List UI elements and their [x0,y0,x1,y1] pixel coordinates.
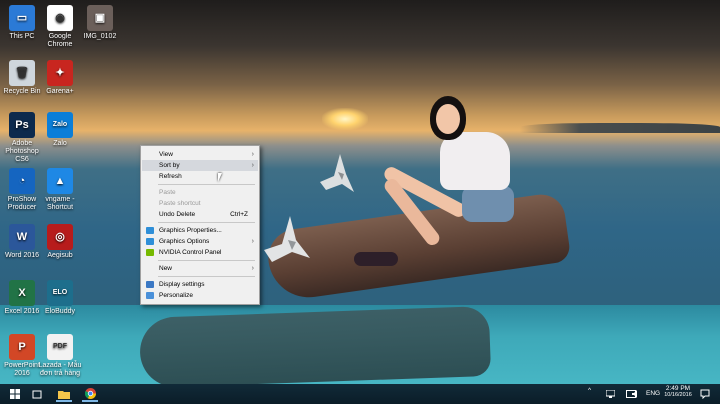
desktop-icon-label: Google Chrome [47,33,73,48]
clock-date: 10/16/2016 [664,392,692,398]
menu-item-refresh[interactable]: Refresh [142,171,258,182]
intel-graphics-icon [146,238,154,245]
menu-separator [158,260,255,261]
menu-separator [158,184,255,185]
desktop-icon-label: Garena+ [46,88,74,95]
vngame-icon: ▲ [47,168,73,194]
start-button[interactable] [8,387,22,401]
zalo-icon: Zalo [47,112,73,138]
desktop-icon-lazada[interactable]: PDF Lazada - Mẫu đơn trả hàng [38,334,82,378]
menu-item-label: NVIDIA Control Panel [159,249,222,256]
menu-item-display-settings[interactable]: Display settings [142,279,258,290]
menu-item-label: New [159,265,173,272]
chevron-right-icon: › [251,238,254,245]
taskbar-chrome[interactable] [82,387,98,402]
wallpaper-sun [322,108,368,130]
desktop-icon-zalo[interactable]: Zalo Zalo [38,112,82,148]
wallpaper-girl-face [436,104,460,134]
elobuddy-icon: ELO [47,280,73,306]
garena-icon: ✦ [47,60,73,86]
desktop-icon-label: vngame - Shortcut [45,196,75,211]
menu-item-label: Paste shortcut [159,200,201,207]
recycle-icon: 🗑 [9,60,35,86]
proshow-icon: ◔ [9,168,35,194]
excel-icon: X [9,280,35,306]
menu-item-label: Graphics Properties... [159,227,222,234]
desktop-icon-aegisub[interactable]: ◎ Aegisub [38,224,82,260]
personalize-icon [146,292,154,299]
menu-item-graphics-properties[interactable]: Graphics Properties... [142,225,258,236]
network-icon[interactable] [606,390,615,398]
display-icon [146,281,154,288]
desktop-icon-label: Aegisub [47,252,73,259]
photoshop-icon: Ps [9,112,35,138]
wallpaper-girl-shirt [440,132,510,190]
chevron-right-icon: › [251,162,254,169]
wallpaper-island [520,123,720,133]
desktop-icon-label: IMG_0102 [83,33,117,40]
chrome-icon: ◉ [47,5,73,31]
menu-item-label: Paste [159,189,176,196]
wallpaper-girl-shorts [462,186,514,222]
desktop-context-menu: View › Sort by › Refresh Paste Paste sho… [140,145,260,305]
menu-item-label: Display settings [159,281,205,288]
desktop-icon-garena[interactable]: ✦ Garena+ [38,60,82,96]
word-icon: W [9,224,35,250]
mouse-pointer-icon [218,173,222,182]
menu-separator [158,222,255,223]
menu-separator [158,276,255,277]
desktop-icon-vngame[interactable]: ▲ vngame - Shortcut [38,168,82,212]
task-view-icon [32,390,42,398]
notification-center-icon[interactable] [700,389,710,399]
wallpaper-seagull-icon [264,216,310,262]
this-pc-icon: ▭ [9,5,35,31]
folder-icon [58,390,70,399]
task-view-button[interactable] [30,387,44,401]
menu-item-view[interactable]: View › [142,149,258,160]
desktop-icon-elobuddy[interactable]: ELO EloBuddy [38,280,82,316]
chevron-right-icon: › [251,265,254,272]
menu-item-label: Personalize [159,292,193,299]
taskbar: ^ ENG 2:49 PM 10/16/2016 [0,384,720,404]
desktop-icon-label: Zalo [53,140,67,147]
menu-item-label: Refresh [159,173,182,180]
img-icon: ▣ [87,5,113,31]
desktop-icon-label: EloBuddy [45,308,75,315]
menu-item-undo-delete[interactable]: Undo Delete Ctrl+Z [142,209,258,220]
clock[interactable]: 2:49 PM 10/16/2016 [664,385,692,398]
chrome-icon [84,388,96,399]
menu-item-paste[interactable]: Paste [142,187,258,198]
taskbar-file-explorer[interactable] [56,387,72,402]
aegisub-icon: ◎ [47,224,73,250]
menu-item-nvidia-control-panel[interactable]: NVIDIA Control Panel [142,247,258,258]
menu-item-paste-shortcut[interactable]: Paste shortcut [142,198,258,209]
intel-graphics-icon [146,227,154,234]
windows-logo-icon [10,389,20,399]
menu-item-label: Sort by [159,162,180,169]
menu-item-shortcut: Ctrl+Z [230,211,248,218]
menu-item-label: View [159,151,173,158]
menu-item-new[interactable]: New › [142,263,258,274]
clock-time: 2:49 PM [665,385,691,392]
language-indicator[interactable]: ENG [646,390,660,397]
menu-item-personalize[interactable]: Personalize [142,290,258,301]
desktop-icon-chrome[interactable]: ◉ Google Chrome [38,5,82,49]
wallpaper-seagull-icon [320,154,354,192]
chevron-right-icon: › [251,151,254,158]
lazada-icon: PDF [47,334,73,360]
nvidia-icon [146,249,154,256]
menu-item-label: Undo Delete [159,211,196,218]
tray-overflow-chevron[interactable]: ^ [588,387,591,394]
menu-item-sort-by[interactable]: Sort by › [142,160,258,171]
powerpoint-icon: P [9,334,35,360]
menu-item-graphics-options[interactable]: Graphics Options › [142,236,258,247]
volume-icon[interactable] [632,390,640,398]
wallpaper-girl-shoe [354,252,398,266]
menu-item-label: Graphics Options [159,238,210,245]
desktop-icon-label: Lazada - Mẫu đơn trả hàng [38,362,82,377]
wallpaper-underwater-log [138,305,492,389]
desktop-icon-img[interactable]: ▣ IMG_0102 [78,5,122,41]
